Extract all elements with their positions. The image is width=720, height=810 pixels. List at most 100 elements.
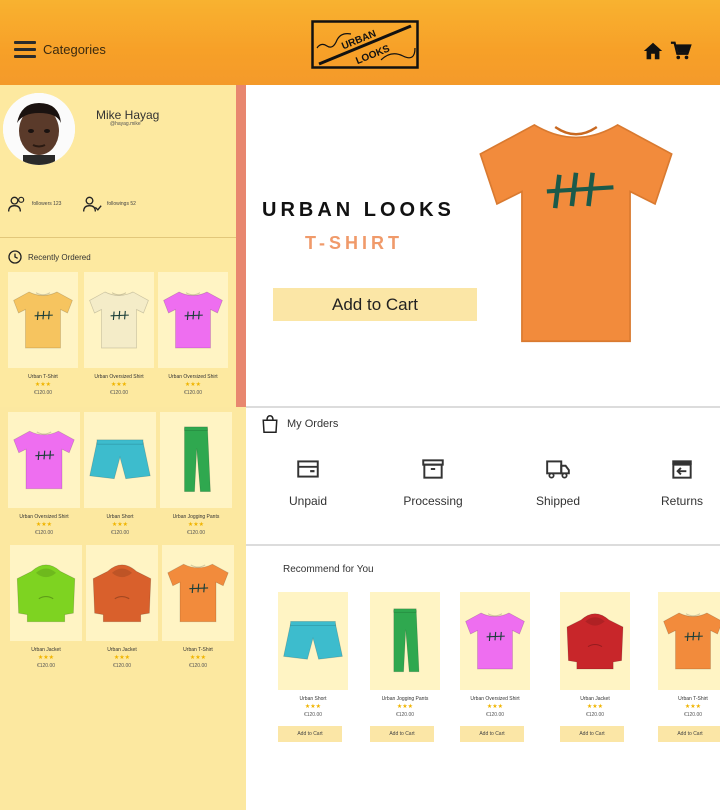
product-card[interactable]: Urban Short ★★★ €120.00 Add to Cart xyxy=(278,592,348,748)
product-price: €120.00 xyxy=(33,390,53,396)
product-name: Urban T-Shirt xyxy=(183,647,213,653)
panel-divider xyxy=(236,85,246,407)
product-card[interactable]: Urban Oversized Shirt ★★★ €120.00 xyxy=(158,272,228,404)
product-price: €120.00 xyxy=(585,712,605,718)
product-image[interactable] xyxy=(8,412,80,508)
product-rating-stars: ★★★ xyxy=(586,704,604,710)
product-price: €120.00 xyxy=(110,530,130,536)
product-image[interactable] xyxy=(278,592,348,690)
product-name: Urban Oversized Shirt xyxy=(168,374,218,380)
hero-subtitle: T-SHIRT xyxy=(305,233,403,253)
product-price: €120.00 xyxy=(395,712,415,718)
product-image[interactable] xyxy=(84,272,154,368)
urban-looks-logo[interactable]: URBAN LOOKS xyxy=(311,20,419,69)
hero-title: URBAN LOOKS xyxy=(262,199,455,221)
product-name: Urban Jogging Pants xyxy=(381,696,429,702)
add-to-cart-button[interactable]: Add to Cart xyxy=(460,726,524,742)
product-card[interactable]: Urban T-Shirt ★★★ €120.00 xyxy=(162,545,234,677)
product-rating-stars: ★★★ xyxy=(189,655,207,661)
product-rating-stars: ★★★ xyxy=(396,704,414,710)
order-status-processing[interactable]: Processing xyxy=(388,456,478,508)
wallet-icon xyxy=(297,460,319,478)
product-image[interactable] xyxy=(86,545,158,641)
recently-ordered-title: Recently Ordered xyxy=(28,252,91,262)
product-rating-stars: ★★★ xyxy=(486,704,504,710)
recently-ordered-header: Recently Ordered xyxy=(7,249,91,265)
product-rating-stars: ★★★ xyxy=(684,704,702,710)
my-orders-header: My Orders xyxy=(261,414,338,434)
order-status-returns[interactable]: Returns xyxy=(637,456,720,508)
return-icon xyxy=(672,460,692,479)
product-image[interactable] xyxy=(10,545,82,641)
product-price: €120.00 xyxy=(109,390,129,396)
categories-menu-button[interactable]: Categories xyxy=(14,41,106,58)
product-image[interactable] xyxy=(8,272,78,368)
profile-handle: @hayag.mike xyxy=(110,121,141,127)
product-image[interactable] xyxy=(84,412,156,508)
order-status-label: Shipped xyxy=(535,494,581,508)
product-image[interactable] xyxy=(460,592,530,690)
hero-add-to-cart-button[interactable]: Add to Cart xyxy=(273,288,477,321)
product-name: Urban Jacket xyxy=(31,647,61,653)
product-card[interactable]: Urban Short ★★★ €120.00 xyxy=(84,412,156,544)
following-icon xyxy=(83,196,102,212)
order-status-shipped[interactable]: Shipped xyxy=(513,456,603,508)
product-rating-stars: ★★★ xyxy=(184,382,202,388)
product-name: Urban Short xyxy=(299,696,327,702)
product-card[interactable]: Urban Jogging Pants ★★★ €120.00 Add to Cart xyxy=(370,592,440,748)
followers-count: followers 123 xyxy=(32,201,62,207)
product-card[interactable]: Urban Jacket ★★★ €120.00 xyxy=(86,545,158,677)
product-price: €120.00 xyxy=(186,530,206,536)
home-icon[interactable] xyxy=(642,40,664,62)
product-name: Urban Oversized Shirt xyxy=(470,696,520,702)
product-price: €120.00 xyxy=(303,712,323,718)
product-price: €120.00 xyxy=(485,712,505,718)
product-rating-stars: ★★★ xyxy=(113,655,131,661)
followings-count: followings 52 xyxy=(107,201,136,207)
product-price: €120.00 xyxy=(36,663,56,669)
product-card[interactable]: Urban Jogging Pants ★★★ €120.00 xyxy=(160,412,232,544)
product-rating-stars: ★★★ xyxy=(37,655,55,661)
recommend-title: Recommend for You xyxy=(283,564,374,575)
avatar[interactable] xyxy=(3,93,75,165)
hero-tshirt-image xyxy=(479,123,673,343)
product-card[interactable]: Urban T-Shirt ★★★ €120.00 Add to Cart xyxy=(658,592,720,748)
product-name: Urban T-Shirt xyxy=(678,696,708,702)
product-card[interactable]: Urban Jacket ★★★ €120.00 xyxy=(10,545,82,677)
followings-link[interactable]: followings 52 xyxy=(82,194,136,214)
add-to-cart-button[interactable]: Add to Cart xyxy=(658,726,720,742)
followers-link[interactable]: followers 123 xyxy=(7,194,61,214)
profile-name: Mike Hayag xyxy=(96,108,160,122)
order-status-label: Returns xyxy=(660,494,704,508)
order-status-label: Processing xyxy=(403,494,463,508)
my-orders-title: My Orders xyxy=(287,418,339,430)
product-name: Urban Jacket xyxy=(580,696,610,702)
box-icon xyxy=(422,459,444,479)
product-card[interactable]: Urban T-Shirt ★★★ €120.00 xyxy=(8,272,78,404)
product-image[interactable] xyxy=(560,592,630,690)
product-image[interactable] xyxy=(160,412,232,508)
product-price: €120.00 xyxy=(683,712,703,718)
product-card[interactable]: Urban Oversized Shirt ★★★ €120.00 xyxy=(84,272,154,404)
order-status-unpaid[interactable]: Unpaid xyxy=(263,456,353,508)
followers-icon xyxy=(8,196,25,212)
product-card[interactable]: Urban Jacket ★★★ €120.00 Add to Cart xyxy=(560,592,630,748)
add-to-cart-button[interactable]: Add to Cart xyxy=(370,726,434,742)
add-to-cart-button[interactable]: Add to Cart xyxy=(278,726,342,742)
product-card[interactable]: Urban Oversized Shirt ★★★ €120.00 xyxy=(8,412,80,544)
truck-icon xyxy=(546,460,570,479)
product-name: Urban Oversized Shirt xyxy=(94,374,144,380)
product-name: Urban Jacket xyxy=(107,647,137,653)
cart-icon[interactable] xyxy=(670,40,692,62)
product-image[interactable] xyxy=(162,545,234,641)
product-image[interactable] xyxy=(370,592,440,690)
shopping-bag-icon xyxy=(262,414,278,433)
product-image[interactable] xyxy=(158,272,228,368)
product-image[interactable] xyxy=(658,592,720,690)
product-price: €120.00 xyxy=(34,530,54,536)
product-card[interactable]: Urban Oversized Shirt ★★★ €120.00 Add to Ca… xyxy=(460,592,530,748)
add-to-cart-button[interactable]: Add to Cart xyxy=(560,726,624,742)
product-price: €120.00 xyxy=(183,390,203,396)
history-icon xyxy=(8,250,22,264)
header-bar: Categories URBAN LOOKS xyxy=(0,0,720,85)
